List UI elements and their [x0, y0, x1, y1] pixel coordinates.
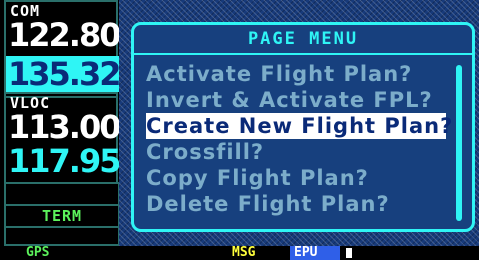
- menu-item-invert-activate-fpl[interactable]: Invert & Activate FPL?: [146, 87, 446, 113]
- vloc-window[interactable]: VLOC 113.00 117.95: [4, 92, 121, 184]
- status-bar: GPS MSG EPU: [0, 246, 479, 260]
- message-annunciator[interactable]: MSG: [232, 246, 255, 260]
- menu-item-copy-flight-plan[interactable]: Copy Flight Plan?: [146, 165, 446, 191]
- menu-item-create-new-flight-plan[interactable]: Create New Flight Plan?: [146, 113, 452, 139]
- cdi-term-indicator: TERM: [4, 204, 120, 228]
- vloc-standby-frequency[interactable]: 117.95: [8, 144, 121, 178]
- menu-item-delete-flight-plan[interactable]: Delete Flight Plan?: [146, 191, 446, 217]
- gps-display: COM 122.800 135.325 VLOC 113.00 117.95 T…: [0, 0, 479, 260]
- gps-mode-label: GPS: [26, 245, 50, 260]
- menu-item-activate-flight-plan[interactable]: Activate Flight Plan?: [146, 61, 446, 87]
- epu-bar-icon: [346, 248, 352, 258]
- vloc-active-frequency[interactable]: 113.00: [8, 110, 121, 144]
- menu-scrollbar[interactable]: [456, 65, 462, 221]
- page-menu-window: PAGE MENU Activate Flight Plan? Invert &…: [131, 22, 475, 232]
- menu-item-crossfill[interactable]: Crossfill?: [146, 139, 446, 165]
- page-menu-title: PAGE MENU: [247, 29, 359, 49]
- menu-title-divider: [134, 53, 472, 55]
- com-window[interactable]: COM 122.800 135.325: [4, 0, 142, 98]
- cdi-bottom-cell: [4, 226, 120, 246]
- epu-indicator: EPU: [290, 246, 340, 260]
- radio-panel: COM 122.800 135.325 VLOC 113.00 117.95 T…: [0, 0, 142, 246]
